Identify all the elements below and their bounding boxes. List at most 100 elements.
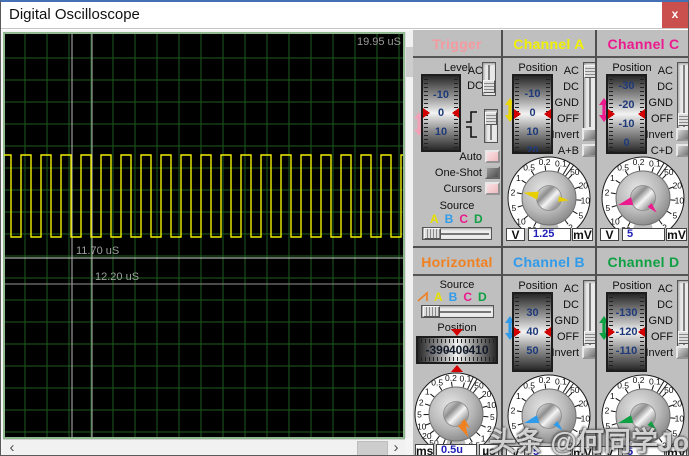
channel-c-gain-knob[interactable]: 0.50.20.1125102050201052 xyxy=(597,154,689,233)
volts-unit-label: V xyxy=(600,446,619,456)
wheel-marker xyxy=(514,109,521,119)
coupling-label-off: OFF xyxy=(547,113,579,125)
horizontal-panel-title: Horizontal xyxy=(413,248,501,276)
svg-text:1: 1 xyxy=(610,173,615,183)
svg-text:1: 1 xyxy=(516,173,521,183)
cursor-time-label: 11.70 uS xyxy=(76,245,119,257)
channel-d-gain-knob[interactable]: 0.50.20.1125102050201052 xyxy=(597,372,689,451)
channel-d-buttons: Invert xyxy=(597,346,689,359)
source-channel-b: B xyxy=(445,212,454,226)
millivolts-unit-label: mV xyxy=(572,228,593,241)
scroll-left-arrow[interactable]: ‹ xyxy=(5,440,19,456)
svg-text:10: 10 xyxy=(487,400,497,410)
wheel-marker xyxy=(452,108,459,118)
channel-a-title: Channel A xyxy=(503,30,595,58)
millivolts-unit-label: mV xyxy=(666,228,687,241)
scope-screen: 11.70 uS12.20 uS19.95 uS xyxy=(3,32,405,439)
svg-text:1: 1 xyxy=(610,391,615,401)
svg-text:10: 10 xyxy=(581,414,591,424)
one-shot-button[interactable] xyxy=(485,166,500,179)
channel-b-coupling-slider[interactable] xyxy=(583,280,595,348)
trigger-source-slider[interactable] xyxy=(422,227,492,240)
invert-label: Invert xyxy=(645,347,673,359)
source-channel-b: B xyxy=(449,290,458,304)
svg-text:20: 20 xyxy=(673,399,683,409)
svg-text:5: 5 xyxy=(512,203,517,213)
slider-thumb[interactable] xyxy=(424,228,441,239)
svg-text:2: 2 xyxy=(605,187,610,197)
channel-c-coupling-slider[interactable] xyxy=(677,62,689,130)
cursors-button[interactable] xyxy=(485,182,500,195)
vertical-scrollbar[interactable] xyxy=(405,32,413,438)
horizontal-source-channels: ABCD xyxy=(434,290,487,304)
wheel-marker xyxy=(608,327,615,337)
svg-text:5: 5 xyxy=(579,211,584,221)
slider-thumb[interactable] xyxy=(678,331,689,344)
source-channel-a: A xyxy=(434,290,443,304)
svg-text:10: 10 xyxy=(610,216,620,226)
channel-d-coupling-slider[interactable] xyxy=(677,280,689,348)
svg-text:10: 10 xyxy=(675,414,685,424)
svg-text:5: 5 xyxy=(417,410,422,420)
horizontal-source-slider[interactable] xyxy=(421,305,494,318)
auto-button[interactable] xyxy=(485,150,500,163)
invert-button[interactable] xyxy=(676,128,689,141)
channel-b-gain-knob[interactable]: 0.50.20.1125102050201052 xyxy=(503,372,595,451)
milliseconds-unit-label: ms xyxy=(415,444,434,456)
time-readout: 19.95 uS xyxy=(357,36,401,48)
horizontal-scrollbar-thumb[interactable] xyxy=(357,441,388,456)
svg-text:20: 20 xyxy=(673,181,683,191)
channel-a-coupling-slider[interactable] xyxy=(583,62,595,130)
invert-button[interactable] xyxy=(582,346,595,359)
slider-thumb[interactable] xyxy=(584,65,595,78)
scroll-right-arrow[interactable]: › xyxy=(389,440,403,456)
window-title: Digital Oscilloscope xyxy=(9,6,140,23)
channel-a-panel: Channel A Position -1001020 ACDCGNDOFF I… xyxy=(503,30,595,246)
slider-thumb[interactable] xyxy=(485,112,497,125)
svg-text:0.2: 0.2 xyxy=(633,157,645,167)
coupling-label-off: OFF xyxy=(641,113,673,125)
scope-display-area: 11.70 uS12.20 uS19.95 uS ‹ › xyxy=(1,30,413,456)
source-label: Source xyxy=(431,200,483,212)
horizontal-position-wheel[interactable]: -390-400-410 xyxy=(416,336,498,364)
close-button[interactable]: x xyxy=(662,2,688,28)
coupling-label-off: OFF xyxy=(547,331,579,343)
position-marker-top xyxy=(451,329,463,336)
trigger-coupling-slider[interactable] xyxy=(482,62,496,96)
channel-b-panel: Channel B Position 304050 ACDCGNDOFF Inv… xyxy=(503,248,595,456)
coupling-label-gnd: GND xyxy=(641,97,673,109)
svg-text:5: 5 xyxy=(673,429,678,439)
wheel-value: 10 xyxy=(423,126,459,138)
svg-text:0.5: 0.5 xyxy=(431,378,443,388)
invert-label: Invert xyxy=(551,347,579,359)
svg-text:2: 2 xyxy=(511,187,516,197)
microseconds-unit-label: µs xyxy=(479,444,499,456)
svg-text:0.2: 0.2 xyxy=(539,375,551,385)
horizontal-scrollbar[interactable]: ‹ › xyxy=(3,439,405,456)
slider-thumb[interactable] xyxy=(483,80,495,93)
slider-thumb[interactable] xyxy=(584,331,595,344)
invert-button[interactable] xyxy=(676,346,689,359)
wheel-value: -30 xyxy=(608,80,645,92)
volts-unit-label: V xyxy=(506,228,525,241)
svg-text:10: 10 xyxy=(610,434,620,444)
channel-a-gain-knob[interactable]: 0.50.20.1125102050201052 xyxy=(503,154,595,233)
svg-text:10: 10 xyxy=(516,216,526,226)
trigger-edge-slider[interactable] xyxy=(484,109,498,143)
svg-text:0.1: 0.1 xyxy=(649,158,661,168)
slider-thumb[interactable] xyxy=(423,306,440,317)
vertical-scrollbar-thumb[interactable] xyxy=(406,47,413,77)
coupling-label-gnd: GND xyxy=(547,97,579,109)
invert-button[interactable] xyxy=(582,128,595,141)
coupling-label-dc: DC xyxy=(547,81,579,93)
svg-text:1: 1 xyxy=(481,433,486,443)
horizontal-panel: Horizontal Source ABCD Position -390-400… xyxy=(413,248,501,456)
falling-edge-icon xyxy=(465,126,478,138)
coupling-label-ac: AC xyxy=(547,283,579,295)
svg-text:5: 5 xyxy=(673,211,678,221)
slider-thumb[interactable] xyxy=(678,113,689,126)
svg-text:0.1: 0.1 xyxy=(555,376,567,386)
wheel-value: -10 xyxy=(514,88,551,100)
source-channel-d: D xyxy=(474,212,483,226)
timebase-knob[interactable]: 0.50.20.11251020501002005020105210.5 xyxy=(413,370,501,449)
